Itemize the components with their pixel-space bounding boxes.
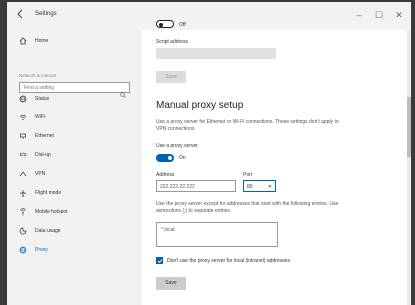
sidebar-item-dialup[interactable]: Dial-up	[19, 150, 51, 160]
use-proxy-label: Use a proxy server	[156, 143, 198, 149]
sidebar-item-wifi[interactable]: WiFi	[19, 112, 45, 122]
script-save-button[interactable]: Save	[156, 71, 186, 83]
sidebar-item-flight-mode[interactable]: Flight mode	[19, 188, 61, 198]
wifi-icon	[19, 113, 27, 121]
dialup-icon	[19, 151, 27, 159]
data-usage-icon	[19, 227, 27, 235]
globe-icon	[19, 95, 27, 103]
sidebar-section-label: Network & Internet	[19, 73, 57, 78]
sidebar-item-label: WiFi	[35, 114, 45, 120]
scrollbar-thumb[interactable]	[407, 97, 411, 157]
exceptions-textarea[interactable]: *.local	[156, 222, 278, 247]
bypass-local-checkbox[interactable]	[156, 257, 163, 264]
sidebar-item-data-usage[interactable]: Data usage	[19, 226, 61, 236]
port-input[interactable]: 80 ✕	[243, 180, 276, 192]
manual-proxy-heading: Manual proxy setup	[156, 100, 244, 111]
sidebar-item-label: VPN	[35, 171, 46, 177]
use-proxy-state: On	[179, 155, 186, 161]
search-input[interactable]: Find a setting	[19, 82, 130, 98]
search-placeholder: Find a setting	[24, 85, 55, 91]
sidebar-item-mobile-hotspot[interactable]: Mobile hotspot	[19, 207, 68, 217]
sidebar-item-ethernet[interactable]: Ethernet	[19, 131, 54, 141]
exceptions-description: Use the proxy server except for addresse…	[156, 201, 339, 214]
sidebar-item-vpn[interactable]: VPN	[19, 169, 45, 179]
clear-x-icon[interactable]: ✕	[268, 184, 272, 190]
sidebar-item-label: Mobile hotspot	[35, 209, 68, 215]
home-icon	[19, 37, 27, 45]
sidebar-item-label: Home	[35, 38, 49, 44]
ethernet-icon	[19, 132, 27, 140]
sidebar-item-proxy[interactable]: Proxy	[19, 245, 48, 255]
sidebar-item-label: Data usage	[35, 228, 61, 234]
window-title: Settings	[35, 11, 57, 17]
scrollbar[interactable]	[407, 30, 411, 305]
sidebar-item-label: Flight mode	[35, 190, 62, 196]
toggle-knob	[168, 156, 172, 160]
save-button[interactable]: Save	[156, 277, 186, 290]
script-address-label: Script address	[156, 39, 188, 45]
port-label: Port	[243, 172, 253, 178]
airplane-icon	[19, 189, 27, 197]
sidebar-item-status[interactable]: Status	[19, 94, 49, 104]
sidebar-item-label: Ethernet	[35, 133, 54, 139]
checkmark-icon	[157, 258, 162, 263]
close-button[interactable]: ✕	[393, 9, 405, 21]
address-input[interactable]: 222.222.22.222	[156, 180, 236, 192]
toggle-knob	[159, 22, 163, 27]
search-icon	[120, 85, 126, 98]
vpn-icon	[19, 170, 27, 178]
auto-detect-state: Off	[179, 22, 186, 28]
sidebar: Home Find a setting Network & Internet S…	[7, 30, 142, 305]
use-proxy-toggle[interactable]	[156, 154, 174, 162]
sidebar-item-label: Proxy	[35, 247, 48, 253]
maximize-button[interactable]: ☐	[373, 9, 385, 21]
port-value: 80	[247, 184, 253, 190]
globe-icon	[19, 246, 27, 254]
auto-detect-toggle[interactable]	[156, 20, 174, 28]
sidebar-item-label: Status	[35, 96, 50, 102]
exceptions-value: *.local	[161, 227, 175, 233]
hotspot-icon	[19, 208, 27, 216]
address-value: 222.222.22.222	[160, 184, 195, 190]
main-content: Off Script address Save Manual proxy set…	[142, 20, 411, 305]
sidebar-item-label: Dial-up	[35, 152, 51, 158]
manual-proxy-description: Use a proxy server for Ethernet or Wi-Fi…	[156, 119, 339, 132]
address-label: Address	[156, 172, 175, 178]
sidebar-item-home[interactable]: Home	[19, 36, 48, 46]
minimize-button[interactable]: –	[353, 9, 365, 21]
back-arrow-icon[interactable]	[15, 9, 25, 19]
title-bar: Settings – ☐ ✕	[7, 2, 411, 30]
script-address-input[interactable]	[156, 48, 276, 59]
settings-window: Settings – ☐ ✕ Home Find a setting Netwo…	[7, 2, 411, 305]
bypass-local-label: Don't use the proxy server for local (in…	[167, 258, 290, 264]
